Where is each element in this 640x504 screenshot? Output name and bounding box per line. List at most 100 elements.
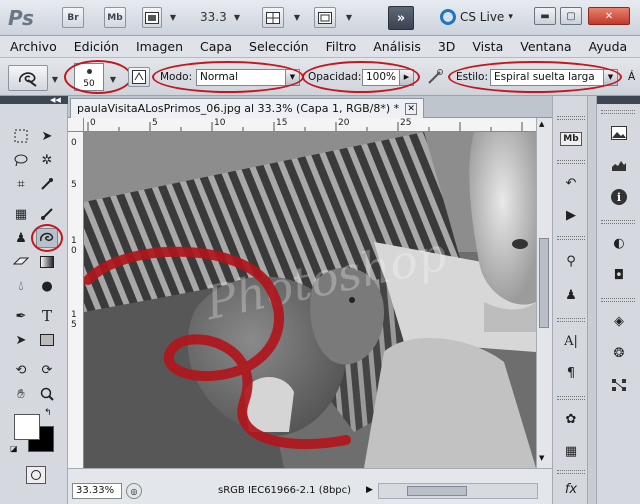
3d-orbit-tool[interactable]: ⟳ (36, 360, 58, 380)
gradient-tool[interactable] (36, 252, 58, 272)
channels-panel-button[interactable]: ❂ (607, 342, 631, 364)
vertical-scrollbar[interactable]: ▲ ▼ (536, 118, 552, 468)
dock-grip[interactable] (557, 160, 585, 164)
dock-grip[interactable] (601, 110, 635, 114)
character-panel-button[interactable]: A| (559, 330, 583, 352)
swap-colors-icon[interactable]: ↰ (44, 408, 52, 418)
dock-grip[interactable] (601, 298, 635, 302)
move-tool[interactable]: ➤ (36, 126, 58, 146)
zoom-tool[interactable] (36, 384, 58, 404)
menu-seleccion[interactable]: Selección (249, 39, 309, 54)
menu-filtro[interactable]: Filtro (326, 39, 357, 54)
info-panel-button[interactable]: i (607, 186, 631, 208)
blend-mode-select[interactable]: Normal ▼ (196, 69, 300, 86)
crop-tool[interactable]: ⌗ (10, 174, 32, 194)
masks-panel-button[interactable]: ◘ (607, 264, 631, 286)
scroll-down-icon[interactable]: ▼ (539, 454, 549, 464)
chevron-down-icon[interactable]: ▼ (228, 8, 246, 26)
navigator-panel-button[interactable] (607, 122, 631, 144)
zoom-level-dropdown[interactable]: 33.3 (200, 10, 227, 24)
style-select[interactable]: Espiral suelta larga ▼ (490, 69, 618, 86)
scroll-thumb[interactable] (407, 486, 467, 496)
menu-ayuda[interactable]: Ayuda (589, 39, 628, 54)
marquee-tool[interactable] (10, 126, 32, 146)
menu-imagen[interactable]: Imagen (136, 39, 183, 54)
status-menu-icon[interactable]: ◎ (126, 483, 142, 499)
arrange-documents-button[interactable] (262, 7, 284, 28)
panel-header[interactable] (597, 96, 640, 104)
actions-panel-button[interactable]: ▶ (559, 204, 583, 226)
dodge-tool[interactable]: ● (36, 276, 58, 296)
eyedropper-tool[interactable] (36, 174, 58, 194)
adjustments-panel-button[interactable]: ◐ (607, 232, 631, 254)
paragraph-panel-button[interactable]: ¶ (559, 362, 583, 384)
extensions-button[interactable]: » (388, 6, 414, 30)
dock-grip[interactable] (557, 396, 585, 400)
close-icon[interactable]: ✕ (405, 102, 418, 115)
rectangle-tool[interactable] (36, 330, 58, 350)
tool-preset-picker[interactable] (8, 65, 48, 91)
minibridge-panel-button[interactable]: Mb (559, 128, 583, 150)
document-canvas[interactable]: Photoshop (84, 132, 536, 468)
quick-mask-button[interactable] (26, 466, 46, 484)
dock-grip[interactable] (557, 318, 585, 322)
chevron-down-icon[interactable]: ▼ (288, 8, 306, 26)
toggle-brush-panel-button[interactable] (128, 67, 150, 87)
launch-minibridge-button[interactable]: Mb (104, 7, 126, 28)
collapse-arrows-icon[interactable]: ◀◀ (50, 96, 61, 104)
dock-grip[interactable] (557, 236, 585, 240)
cs-live-menu[interactable]: CS Live ▾ (440, 9, 513, 25)
scroll-thumb[interactable] (539, 238, 549, 328)
path-selection-tool[interactable]: ➤ (10, 330, 32, 350)
spot-healing-tool[interactable]: ▦ (10, 204, 32, 224)
chevron-down-icon[interactable]: ▼ (164, 8, 182, 26)
blur-tool[interactable]: 💧︎ (10, 276, 32, 296)
brush-tool[interactable] (36, 204, 58, 224)
ruler-origin[interactable] (68, 118, 84, 132)
view-extras-button[interactable] (142, 7, 162, 28)
horizontal-scrollbar[interactable] (378, 483, 538, 499)
art-history-brush-tool[interactable] (36, 228, 58, 248)
styles-panel-button[interactable]: ▦ (559, 440, 583, 462)
document-tab[interactable]: paulaVisitaALosPrimos_06.jpg al 33.3% (C… (70, 98, 425, 118)
menu-edicion[interactable]: Edición (74, 39, 119, 54)
brush-picker[interactable]: 50 (74, 63, 104, 91)
chevron-down-icon[interactable]: ▼ (46, 70, 64, 88)
eraser-tool[interactable] (10, 252, 32, 272)
foreground-color-swatch[interactable] (14, 414, 40, 440)
3d-rotate-tool[interactable]: ⟲ (10, 360, 32, 380)
vertical-ruler[interactable]: 0 5 1 0 1 5 (68, 132, 84, 468)
menu-archivo[interactable]: Archivo (10, 39, 57, 54)
maximize-button[interactable]: ▢ (560, 7, 582, 25)
status-arrow-icon[interactable]: ▶ (366, 485, 373, 495)
swatches-panel-button[interactable]: ✿ (559, 408, 583, 430)
opacity-field[interactable]: 100% ▶ (362, 69, 414, 86)
tool-presets-panel-button[interactable]: ⚲ (559, 250, 583, 272)
chevron-down-icon[interactable]: ▼ (340, 8, 358, 26)
menu-capa[interactable]: Capa (200, 39, 232, 54)
layers-panel-button[interactable]: ◈ (607, 310, 631, 332)
pen-tool[interactable]: ✒ (10, 306, 32, 326)
menu-vista[interactable]: Vista (472, 39, 503, 54)
default-colors-icon[interactable]: ◪ (10, 444, 18, 453)
close-button[interactable]: ✕ (588, 7, 630, 25)
layer-styles-panel-button[interactable]: fx (559, 478, 583, 500)
dock-grip[interactable] (557, 470, 585, 474)
tablet-pressure-button[interactable] (426, 68, 444, 86)
menu-analisis[interactable]: Análisis (373, 39, 421, 54)
screen-mode-button[interactable] (314, 7, 336, 28)
histogram-panel-button[interactable] (607, 154, 631, 176)
paths-panel-button[interactable] (607, 374, 631, 396)
magic-wand-tool[interactable]: ✲ (36, 150, 58, 170)
chevron-down-icon[interactable]: ▼ (104, 70, 122, 88)
menu-ventana[interactable]: Ventana (520, 39, 571, 54)
history-panel-button[interactable]: ↶ (559, 172, 583, 194)
clone-source-panel-button[interactable]: ♟ (559, 284, 583, 306)
dock-grip[interactable] (601, 220, 635, 224)
launch-bridge-button[interactable]: Br (62, 7, 84, 28)
type-tool[interactable]: T (36, 306, 58, 326)
lasso-tool[interactable] (10, 150, 32, 170)
horizontal-ruler[interactable]: 0 5 10 15 20 25 (84, 118, 536, 132)
scroll-up-icon[interactable]: ▲ (539, 120, 549, 130)
clone-stamp-tool[interactable]: ♟ (10, 228, 32, 248)
